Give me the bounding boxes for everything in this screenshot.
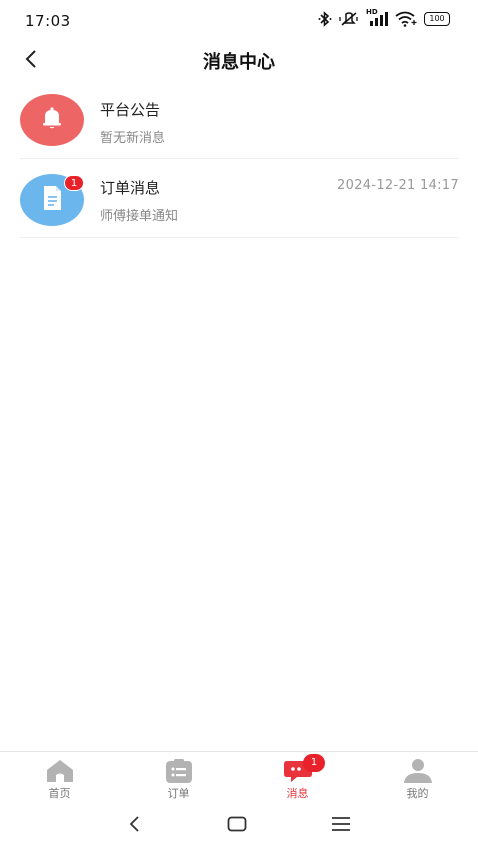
menu-nav-icon bbox=[331, 816, 351, 836]
battery-icon: 100 bbox=[424, 12, 450, 26]
order-list-icon bbox=[163, 758, 195, 784]
tab-orders[interactable]: 订单 bbox=[119, 752, 238, 805]
announcement-avatar bbox=[20, 94, 84, 146]
message-subtitle: 师傅接单通知 bbox=[100, 209, 179, 224]
mute-vibrate-icon bbox=[339, 11, 359, 27]
status-bar: 17:03 HD 100 bbox=[0, 0, 478, 40]
message-title: 订单消息 bbox=[100, 179, 161, 197]
tab-unread-badge: 1 bbox=[303, 754, 325, 772]
system-nav-bar bbox=[0, 804, 478, 850]
message-time: 2024-12-21 14:17 bbox=[337, 178, 459, 193]
bell-icon bbox=[39, 105, 65, 135]
tab-label: 我的 bbox=[406, 787, 429, 800]
tab-messages[interactable]: 1 消息 bbox=[238, 752, 357, 805]
hd-signal-icon: HD bbox=[366, 8, 388, 27]
battery-level: 100 bbox=[429, 14, 445, 23]
tab-label: 消息 bbox=[286, 787, 309, 800]
bluetooth-icon bbox=[318, 11, 332, 27]
page-title: 消息中心 bbox=[203, 52, 275, 73]
tab-home[interactable]: 首页 bbox=[0, 752, 119, 805]
system-back-button[interactable] bbox=[119, 814, 149, 838]
header-bar: 消息中心 bbox=[0, 40, 478, 80]
back-nav-icon bbox=[127, 815, 141, 837]
message-list: 平台公告 暂无新消息 1 订单消息 2024-12-21 14:17 师傅接单通… bbox=[20, 80, 459, 238]
tab-label: 首页 bbox=[48, 787, 71, 800]
home-nav-icon bbox=[227, 816, 247, 836]
user-icon bbox=[402, 758, 434, 784]
message-item-announcement[interactable]: 平台公告 暂无新消息 bbox=[20, 80, 459, 159]
system-menu-button[interactable] bbox=[326, 814, 356, 838]
tab-mine[interactable]: 我的 bbox=[358, 752, 477, 805]
system-home-button[interactable] bbox=[222, 814, 252, 838]
tab-label: 订单 bbox=[167, 787, 190, 800]
status-icons: HD 100 bbox=[318, 8, 450, 27]
unread-badge: 1 bbox=[64, 175, 84, 191]
status-time: 17:03 bbox=[25, 12, 71, 30]
wifi-icon bbox=[395, 11, 417, 27]
bottom-tab-bar: 首页 订单 1 消息 我的 bbox=[0, 751, 478, 804]
home-icon bbox=[44, 758, 76, 784]
document-icon bbox=[39, 184, 65, 216]
message-title: 平台公告 bbox=[100, 101, 161, 119]
message-subtitle: 暂无新消息 bbox=[100, 131, 166, 146]
message-item-orders[interactable]: 1 订单消息 2024-12-21 14:17 师傅接单通知 bbox=[20, 159, 459, 238]
